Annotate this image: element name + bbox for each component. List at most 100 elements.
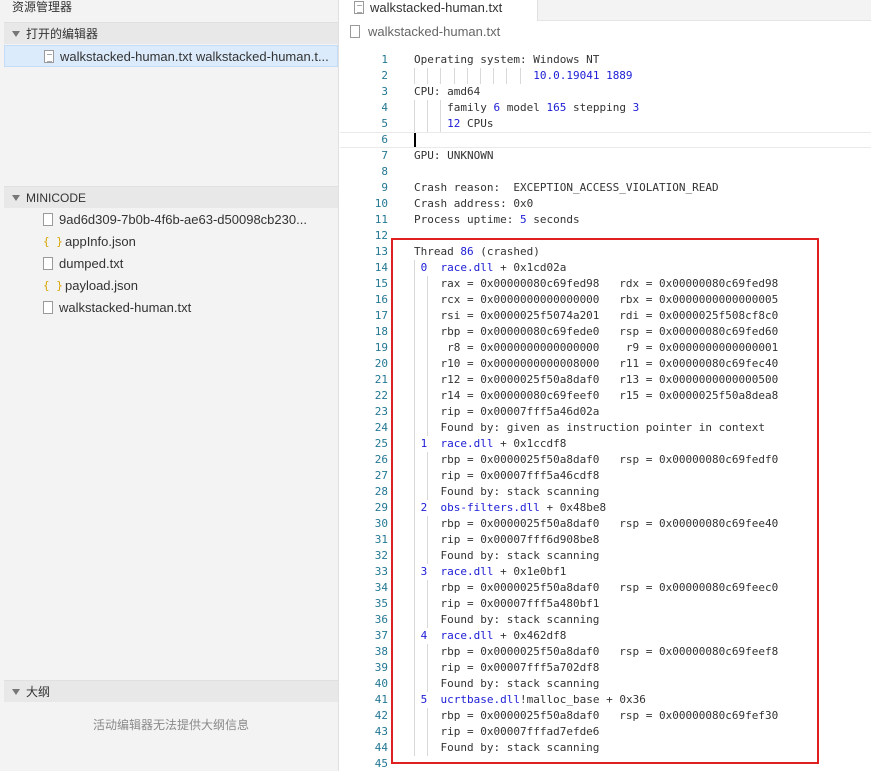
code-line: Crash address: 0x0: [414, 197, 534, 210]
line-number: 34: [374, 581, 388, 594]
line-number: 3: [381, 85, 388, 98]
line-number: 18: [374, 325, 388, 338]
highlight-annotation-box: [391, 238, 819, 764]
open-editor-item[interactable]: walkstacked-human.txt walkstacked-human.…: [4, 45, 338, 67]
line-number: 14: [374, 261, 388, 274]
line-number: 39: [374, 661, 388, 674]
chevron-down-icon: [12, 30, 20, 37]
file-item[interactable]: walkstacked-human.txt: [4, 297, 338, 319]
line-number: 37: [374, 629, 388, 642]
line-number: 11: [374, 213, 388, 226]
breadcrumb-label: walkstacked-human.txt: [368, 24, 501, 39]
code-line: 12 CPUs: [447, 117, 494, 130]
file-icon: [43, 301, 53, 315]
tab-walkstacked-human[interactable]: walkstacked-human.txt: [340, 0, 538, 21]
indent-guide: [440, 100, 442, 116]
breadcrumb[interactable]: walkstacked-human.txt: [340, 22, 871, 42]
current-line-highlight: [340, 132, 871, 148]
explorer-title: 资源管理器: [0, 0, 338, 18]
line-number: 6: [381, 133, 388, 146]
code-line: 10.0.19041 1889: [533, 69, 633, 82]
explorer-sidebar: 资源管理器 打开的编辑器 walkstacked-human.txt walks…: [0, 0, 339, 771]
line-number: 1: [381, 53, 388, 66]
minicode-label: MINICODE: [26, 191, 86, 205]
tab-label: walkstacked-human.txt: [370, 0, 503, 15]
file-item-label: 9ad6d309-7b0b-4f6b-ae63-d50098cb230...: [59, 212, 307, 227]
line-number: 5: [381, 117, 388, 130]
file-icon: [43, 213, 53, 227]
line-number: 8: [381, 165, 388, 178]
indent-guide: [440, 116, 442, 132]
line-number: 17: [374, 309, 388, 322]
file-item-label: walkstacked-human.txt: [59, 300, 192, 315]
line-number: 25: [374, 437, 388, 450]
indent-guide: [466, 68, 468, 84]
line-number: 41: [374, 693, 388, 706]
line-number: 16: [374, 293, 388, 306]
file-item-label: payload.json: [65, 278, 138, 293]
line-number: 36: [374, 613, 388, 626]
open-editors-label: 打开的编辑器: [26, 27, 99, 41]
code-line: CPU: amd64: [414, 85, 481, 98]
open-editor-item-label: walkstacked-human.txt walkstacked-human.…: [60, 49, 329, 64]
line-number: 22: [374, 389, 388, 402]
line-number: 7: [381, 149, 388, 162]
code-line: family 6 model 165 stepping 3: [414, 101, 640, 114]
line-number: 21: [374, 373, 388, 386]
indent-guide: [519, 68, 521, 84]
file-item-label: appInfo.json: [65, 234, 136, 249]
line-number: 24: [374, 421, 388, 434]
indent-guide: [440, 68, 442, 84]
file-icon: [44, 50, 54, 64]
file-item-label: dumped.txt: [59, 256, 124, 271]
indent-guide: [493, 68, 495, 84]
indent-guide: [453, 68, 455, 84]
indent-guide: [414, 100, 415, 116]
line-number: 31: [374, 533, 388, 546]
file-icon: [354, 1, 364, 15]
line-number: 19: [374, 341, 388, 354]
code-line: GPU: UNKNOWN: [414, 149, 494, 162]
indent-guide: [427, 100, 429, 116]
indent-guide: [506, 68, 508, 84]
indent-guide: [414, 116, 415, 132]
line-number: 4: [381, 101, 388, 114]
file-icon: [43, 257, 53, 271]
line-number: 9: [381, 181, 388, 194]
line-number: 28: [374, 485, 388, 498]
line-number: 29: [374, 501, 388, 514]
line-number: 44: [374, 741, 388, 754]
file-item[interactable]: 9ad6d309-7b0b-4f6b-ae63-d50098cb230...: [4, 209, 338, 231]
open-editors-header[interactable]: 打开的编辑器: [4, 22, 338, 44]
file-icon: [350, 25, 360, 39]
file-item[interactable]: { } appInfo.json: [4, 231, 338, 253]
code-line: Operating system: Windows NT: [414, 53, 600, 66]
line-number: 30: [374, 517, 388, 530]
line-number: 20: [374, 357, 388, 370]
line-number: 35: [374, 597, 388, 610]
file-item[interactable]: { } payload.json: [4, 275, 338, 297]
line-number: 27: [374, 469, 388, 482]
line-number: 45: [374, 757, 388, 770]
line-number: 40: [374, 677, 388, 690]
indent-guide: [480, 68, 481, 84]
line-number: 13: [374, 245, 388, 258]
text-cursor: [414, 133, 416, 147]
line-number: 38: [374, 645, 388, 658]
line-number: 15: [374, 277, 388, 290]
outline-header[interactable]: 大纲: [4, 680, 338, 702]
outline-label: 大纲: [26, 685, 51, 699]
code-line: Process uptime: 5 seconds: [414, 213, 580, 226]
tab-bar: walkstacked-human.txt: [340, 0, 871, 21]
line-number: 23: [374, 405, 388, 418]
line-number: 33: [374, 565, 388, 578]
line-number: 32: [374, 549, 388, 562]
indent-guide: [414, 68, 415, 84]
line-number: 12: [374, 229, 388, 242]
minicode-header[interactable]: MINICODE: [4, 186, 338, 208]
json-file-icon: { }: [43, 234, 63, 248]
code-line: Crash reason: EXCEPTION_ACCESS_VIOLATION…: [414, 181, 719, 194]
line-number: 2: [381, 69, 388, 82]
file-item[interactable]: dumped.txt: [4, 253, 338, 275]
indent-guide: [427, 68, 429, 84]
